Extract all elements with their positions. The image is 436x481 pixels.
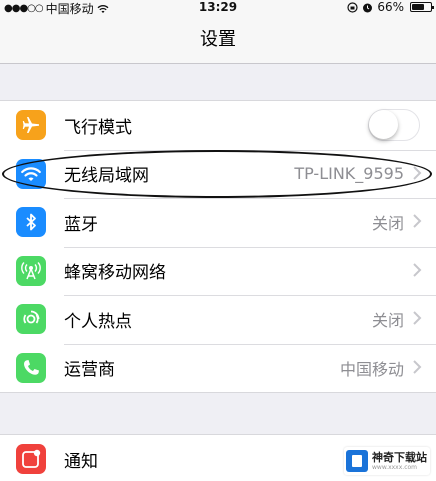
chevron-right-icon: [413, 262, 422, 277]
row-airplane-mode[interactable]: 飞行模式: [0, 101, 436, 150]
airplane-mode-toggle[interactable]: [368, 109, 420, 142]
settings-page: ●●●○○ 中国移动 13:29 66% 设置 飞行模式 无线局域网 TP-LI…: [0, 0, 436, 481]
row-label: 个人热点: [64, 311, 132, 332]
row-carrier[interactable]: 运营商 中国移动: [0, 343, 436, 393]
row-value: 中国移动: [339, 359, 404, 379]
row-label: 蓝牙: [64, 214, 98, 235]
row-label: 蜂窝移动网络: [64, 263, 166, 284]
chevron-right-icon: [413, 214, 422, 228]
watermark-url: www.xxxx.com: [372, 463, 418, 471]
bluetooth-icon: [16, 207, 46, 238]
row-personal-hotspot[interactable]: 个人热点 关闭: [0, 295, 436, 344]
row-bluetooth[interactable]: 蓝牙 关闭: [0, 198, 436, 247]
chevron-right-icon: [413, 311, 422, 325]
status-bar: ●●●○○ 中国移动 13:29 66%: [0, 0, 436, 16]
cellular-icon: [16, 255, 46, 286]
phone-icon: [16, 352, 46, 383]
row-label: 运营商: [64, 360, 115, 381]
row-value: 关闭: [371, 214, 404, 234]
nav-bar: 设置: [0, 16, 436, 64]
page-title: 设置: [200, 29, 236, 50]
hotspot-icon: [16, 304, 46, 335]
settings-group-connectivity: 飞行模式 无线局域网 TP-LINK_9595 蓝牙 关闭 蜂窝移动网络 个人热…: [0, 100, 436, 393]
notifications-icon: [16, 444, 46, 475]
battery-icon: [410, 2, 434, 12]
chevron-right-icon: [413, 359, 422, 374]
watermark-text: 神奇下载站 www.xxxx.com: [372, 452, 427, 471]
alarm-icon: [363, 3, 373, 12]
annotation-ellipse: [2, 150, 432, 198]
watermark: 神奇下载站 www.xxxx.com: [344, 447, 430, 475]
battery-percent: 66%: [377, 0, 404, 14]
row-value: 关闭: [371, 311, 404, 331]
watermark-title: 神奇下载站: [372, 450, 427, 464]
watermark-logo-icon: [346, 450, 368, 472]
row-label: 通知: [64, 451, 98, 472]
toggle-knob: [369, 110, 398, 140]
status-right: 66%: [347, 0, 434, 14]
row-cellular[interactable]: 蜂窝移动网络: [0, 246, 436, 296]
airplane-icon: [16, 110, 46, 141]
row-label: 飞行模式: [64, 117, 132, 138]
rotation-lock-icon: [347, 1, 358, 13]
battery-fill: [412, 4, 424, 10]
